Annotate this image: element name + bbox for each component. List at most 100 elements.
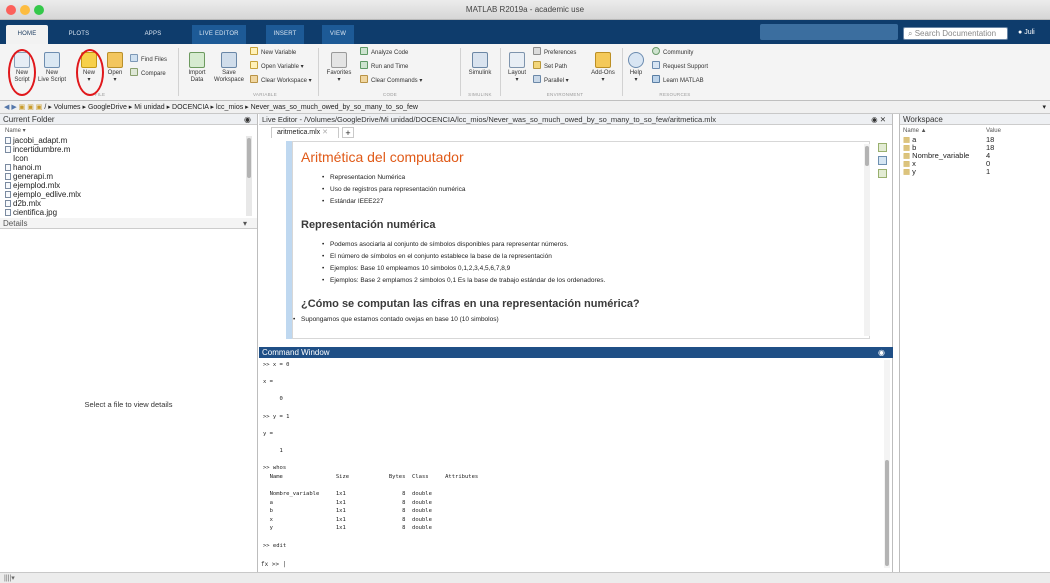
tab-live-editor[interactable]: LIVE EDITOR: [192, 25, 246, 44]
back-arrow-icon[interactable]: ◀ ▶: [0, 104, 17, 111]
close-window-button[interactable]: [6, 5, 16, 15]
preferences-button[interactable]: Preferences: [533, 47, 576, 58]
highlight-circle-new: [76, 49, 104, 96]
save-workspace-button[interactable]: Save Workspace: [214, 52, 244, 84]
file-list-scrollbar[interactable]: [246, 136, 252, 216]
help-button[interactable]: Help ▾: [626, 52, 646, 84]
analyze-code-button[interactable]: Analyze Code: [360, 47, 408, 58]
file-item[interactable]: Icon: [5, 154, 28, 163]
path-dropdown-icon[interactable]: ▾: [1042, 101, 1046, 114]
editor-scrollbar[interactable]: [864, 144, 870, 336]
import-data-label: Import Data: [188, 70, 206, 83]
live-script-document[interactable]: Aritmética del computador Representacion…: [292, 141, 870, 339]
tab-view[interactable]: VIEW: [322, 25, 354, 44]
community-button[interactable]: Community: [652, 47, 693, 58]
tab-insert[interactable]: INSERT: [266, 25, 304, 44]
new-live-script-label: New Live Script: [37, 70, 66, 83]
add-ons-button[interactable]: Add-Ons ▾: [588, 52, 618, 84]
doc-title: Aritmética del computador: [301, 149, 464, 165]
workspace-variable-row[interactable]: ▦ y 1: [903, 168, 990, 176]
file-item[interactable]: hanoi.m: [5, 163, 41, 172]
file-item[interactable]: ejemplod.mlx: [5, 181, 60, 190]
community-label: Community: [663, 50, 694, 56]
file-name: hanoi.m: [13, 163, 42, 172]
file-item[interactable]: generapi.m: [5, 172, 53, 181]
parallel-button[interactable]: Parallel ▾: [533, 75, 569, 86]
minimize-window-button[interactable]: [20, 5, 30, 15]
learn-matlab-button[interactable]: Learn MATLAB: [652, 75, 704, 86]
file-name: Icon: [13, 154, 29, 163]
set-path-button[interactable]: Set Path: [533, 61, 567, 72]
tab-home[interactable]: HOME: [6, 25, 48, 44]
folder-nav-icons[interactable]: ▣ ▣ ▣: [19, 104, 45, 111]
clear-commands-button[interactable]: Clear Commands ▾: [360, 75, 422, 86]
clear-workspace-button[interactable]: Clear Workspace ▾: [250, 75, 312, 86]
open-button[interactable]: Open ▾: [104, 52, 126, 84]
address-bar[interactable]: ◀ ▶ ▣ ▣ ▣ / ▸ Volumes ▸ GoogleDrive ▸ Mi…: [0, 101, 1050, 114]
details-placeholder: Select a file to view details: [84, 400, 173, 409]
new-variable-label: New Variable: [261, 50, 297, 56]
scrollbar-thumb[interactable]: [247, 138, 251, 178]
file-item[interactable]: ejemplo_edlive.mlx: [5, 190, 81, 199]
file-section-label: FILE: [94, 92, 106, 97]
set-path-icon: [533, 61, 541, 69]
scrollbar-thumb[interactable]: [865, 146, 869, 166]
value-column-header[interactable]: Value: [986, 127, 1001, 135]
command-window-title: Command Window: [262, 348, 330, 357]
chevron-down-icon[interactable]: ▾: [243, 218, 247, 229]
open-variable-button[interactable]: Open Variable ▾: [250, 61, 304, 72]
search-placeholder: Search Documentation: [914, 29, 997, 38]
file-name: ejemplod.mlx: [13, 181, 61, 190]
zoom-window-button[interactable]: [34, 5, 44, 15]
file-item[interactable]: incertidumbre.m: [5, 145, 70, 154]
new-live-script-button[interactable]: New Live Script: [37, 52, 67, 84]
file-item[interactable]: cientifica.jpg: [5, 208, 57, 217]
doc-bullet: Uso de registros para representación num…: [322, 186, 466, 193]
ribbon-divider: [460, 48, 461, 96]
request-support-button[interactable]: Request Support: [652, 61, 708, 72]
simulink-button[interactable]: Simulink: [464, 52, 496, 77]
run-and-time-label: Run and Time: [371, 64, 409, 70]
favorites-button[interactable]: Favorites ▾: [322, 52, 356, 84]
file-item[interactable]: jacobi_adapt.m: [5, 136, 67, 145]
close-editor-icon[interactable]: ◉ ✕: [867, 114, 886, 124]
panel-menu-icon[interactable]: ◉: [244, 114, 251, 125]
tab-aritmetica[interactable]: aritmetica.mlx ✕: [271, 127, 339, 138]
variable-value: 1: [986, 167, 991, 176]
live-script-icon: [5, 182, 11, 189]
scrollbar-thumb[interactable]: [885, 460, 889, 566]
compare-button[interactable]: Compare: [130, 68, 166, 79]
parallel-icon: [533, 75, 541, 83]
user-name: Juli: [1024, 29, 1035, 36]
command-window-panel[interactable]: [259, 347, 893, 582]
tab-apps[interactable]: APPS: [138, 25, 168, 44]
command-window-scrollbar[interactable]: [884, 360, 890, 568]
hide-code-icon[interactable]: [878, 169, 887, 178]
layout-button[interactable]: Layout ▾: [504, 52, 530, 84]
output-right-icon[interactable]: [878, 156, 887, 165]
file-item[interactable]: d2b.mlx: [5, 199, 41, 208]
details-header[interactable]: Details ▾: [0, 218, 257, 229]
current-folder-header: Current Folder ◉: [0, 114, 257, 125]
run-and-time-button[interactable]: Run and Time: [360, 61, 408, 72]
command-line: a 1x1 8 double: [263, 499, 432, 506]
tab-plots[interactable]: PLOTS: [62, 25, 96, 44]
compare-label: Compare: [141, 71, 166, 77]
current-path[interactable]: / ▸ Volumes ▸ GoogleDrive ▸ Mi unidad ▸ …: [44, 104, 418, 111]
find-files-button[interactable]: Find Files: [130, 54, 167, 65]
new-variable-button[interactable]: New Variable: [250, 47, 296, 58]
panel-menu-icon[interactable]: ◉: [878, 347, 885, 358]
name-column-header[interactable]: Name ▾: [5, 127, 26, 136]
add-tab-button[interactable]: +: [342, 127, 354, 138]
output-inline-icon[interactable]: [878, 143, 887, 152]
search-documentation-input[interactable]: ⌕ Search Documentation: [903, 27, 1008, 40]
favorites-icon: [331, 52, 347, 68]
close-tab-icon[interactable]: ✕: [320, 129, 328, 136]
quick-access-toolbar[interactable]: [760, 24, 898, 40]
command-prompt[interactable]: fx >> |: [261, 561, 286, 568]
set-path-label: Set Path: [544, 64, 568, 70]
name-column-header[interactable]: Name ▲: [903, 127, 927, 135]
doc-bullet: Podemos asociarla al conjunto de símbolo…: [322, 241, 568, 248]
user-account[interactable]: ● Juli: [1018, 29, 1035, 36]
import-data-button[interactable]: Import Data: [184, 52, 210, 84]
